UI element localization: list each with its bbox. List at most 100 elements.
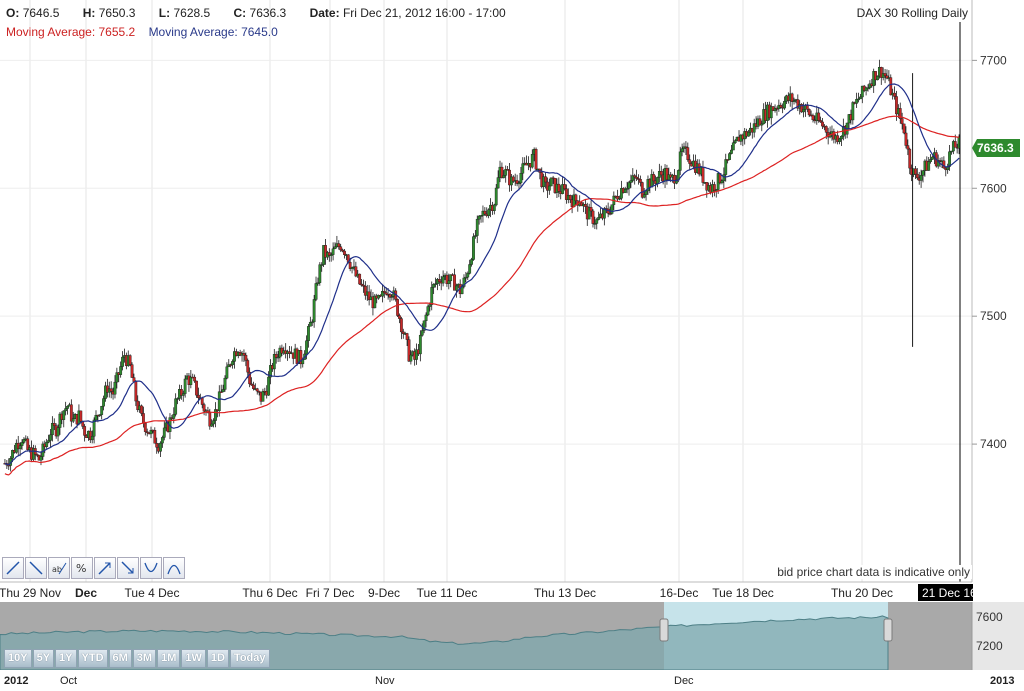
- candle-body: [420, 330, 424, 336]
- x-axis: Thu 29 Nov Dec Tue 4 Dec Thu 6 Dec Fri 7 Dec…: [0, 586, 893, 600]
- candle-body: [113, 381, 117, 395]
- x-tick-label: Thu 20 Dec: [831, 586, 893, 600]
- candle-body: [519, 173, 523, 184]
- candle-body: [563, 184, 566, 190]
- candle-body: [261, 390, 265, 402]
- candle-body: [398, 315, 401, 319]
- navigator-handle-right[interactable]: [883, 618, 893, 642]
- y-tick-label: 7600: [980, 181, 1007, 195]
- candle-body: [904, 132, 908, 146]
- candle-body: [132, 377, 136, 382]
- y-tick-label: 7500: [980, 309, 1007, 323]
- range-button-10y[interactable]: 10Y: [4, 649, 32, 668]
- candle-body: [680, 148, 684, 153]
- candle-body: [547, 185, 551, 191]
- candle-body: [66, 405, 69, 409]
- navigator-month-label: Nov: [375, 675, 395, 687]
- candle-body: [128, 355, 132, 365]
- arrow-up-icon[interactable]: [94, 557, 116, 579]
- candle-body: [728, 153, 731, 160]
- candle-body: [929, 159, 932, 162]
- range-button-1m[interactable]: 1M: [157, 649, 181, 668]
- candle-body: [876, 75, 879, 81]
- candle-body: [18, 445, 22, 450]
- moving-average-slow-label: Moving Average: 7655.2: [6, 25, 136, 39]
- candle-body: [162, 427, 166, 438]
- candle-body: [64, 408, 68, 412]
- candle-body: [931, 156, 934, 160]
- candle-body: [686, 147, 690, 160]
- candle-body: [883, 73, 887, 76]
- candle-body: [821, 121, 824, 127]
- candle-body: [337, 243, 341, 247]
- candle-body: [100, 405, 104, 415]
- candle-body: [724, 159, 728, 175]
- candle-body: [382, 291, 386, 293]
- candle-body: [409, 354, 413, 362]
- candle-body: [437, 279, 441, 283]
- arrow-down-icon[interactable]: [117, 557, 139, 579]
- candle-body: [430, 287, 434, 305]
- candle-body: [102, 398, 105, 407]
- percent-icon[interactable]: %: [71, 557, 93, 579]
- navigator-handle-left[interactable]: [659, 618, 669, 642]
- candle-body: [583, 204, 587, 207]
- candle-body: [454, 285, 458, 291]
- candle-body: [483, 210, 487, 215]
- arc-down-icon[interactable]: [163, 557, 185, 579]
- candle-body: [155, 443, 159, 448]
- date-label: Date:: [309, 6, 340, 20]
- candle-body: [399, 318, 403, 333]
- range-button-3m[interactable]: 3M: [132, 649, 157, 668]
- candle-body: [200, 397, 204, 405]
- range-button-ytd[interactable]: YTD: [77, 649, 108, 668]
- candle-body: [47, 440, 50, 443]
- range-button-5y[interactable]: 5Y: [32, 649, 55, 668]
- ray-down-icon[interactable]: [25, 557, 47, 579]
- candle-body: [181, 393, 185, 396]
- candle-body: [470, 259, 473, 265]
- range-button-1d[interactable]: 1D: [206, 649, 229, 668]
- candle-body: [549, 177, 553, 187]
- candle-body: [428, 304, 432, 307]
- x-tick-label: Thu 29 Nov: [0, 586, 61, 600]
- x-tick-label: Thu 6 Dec: [242, 586, 297, 600]
- candle-body: [502, 175, 506, 178]
- range-button-6m[interactable]: 6M: [108, 649, 132, 668]
- candle-body: [919, 175, 923, 181]
- candle-body: [568, 195, 572, 200]
- candle-body: [214, 409, 217, 421]
- candle-body: [83, 426, 87, 436]
- range-button-today[interactable]: Today: [229, 649, 270, 668]
- range-button-1y[interactable]: 1Y: [55, 649, 77, 668]
- svg-text:%: %: [76, 562, 86, 575]
- candle-body: [591, 210, 595, 224]
- candle-body: [130, 364, 134, 378]
- candle-body: [840, 135, 843, 140]
- y-tick-label: 7400: [980, 437, 1007, 451]
- candle-body: [530, 154, 534, 168]
- candle-body: [688, 159, 692, 164]
- candle-body: [496, 177, 500, 189]
- crosshair-date-tag: 21 Dec 16:00: [918, 584, 994, 601]
- candle-body: [783, 101, 786, 109]
- candle-body: [143, 422, 147, 432]
- candle-body: [544, 176, 547, 183]
- candle-body: [472, 236, 475, 260]
- y-tick-label: 7700: [980, 53, 1007, 67]
- range-button-1w[interactable]: 1W: [181, 649, 206, 668]
- arc-up-icon[interactable]: [140, 557, 162, 579]
- candle-body: [927, 161, 931, 171]
- candle-body: [638, 179, 642, 183]
- candle-body: [589, 207, 593, 212]
- candle-body: [384, 292, 388, 295]
- candle-body: [142, 413, 145, 424]
- high-value: 7650.3: [98, 6, 136, 20]
- candle-body: [217, 391, 221, 412]
- fibonacci-icon[interactable]: ab: [48, 557, 70, 579]
- candle-body: [153, 430, 157, 444]
- price-chart[interactable]: 7400 7500 7600 7700 7636.3 Thu 29 Nov Dec Tue…: [0, 0, 1024, 691]
- candle-body: [109, 388, 113, 392]
- trend-line-icon[interactable]: [2, 557, 24, 579]
- moving-average-legend: Moving Average: 7655.2 Moving Average: 7…: [6, 25, 278, 39]
